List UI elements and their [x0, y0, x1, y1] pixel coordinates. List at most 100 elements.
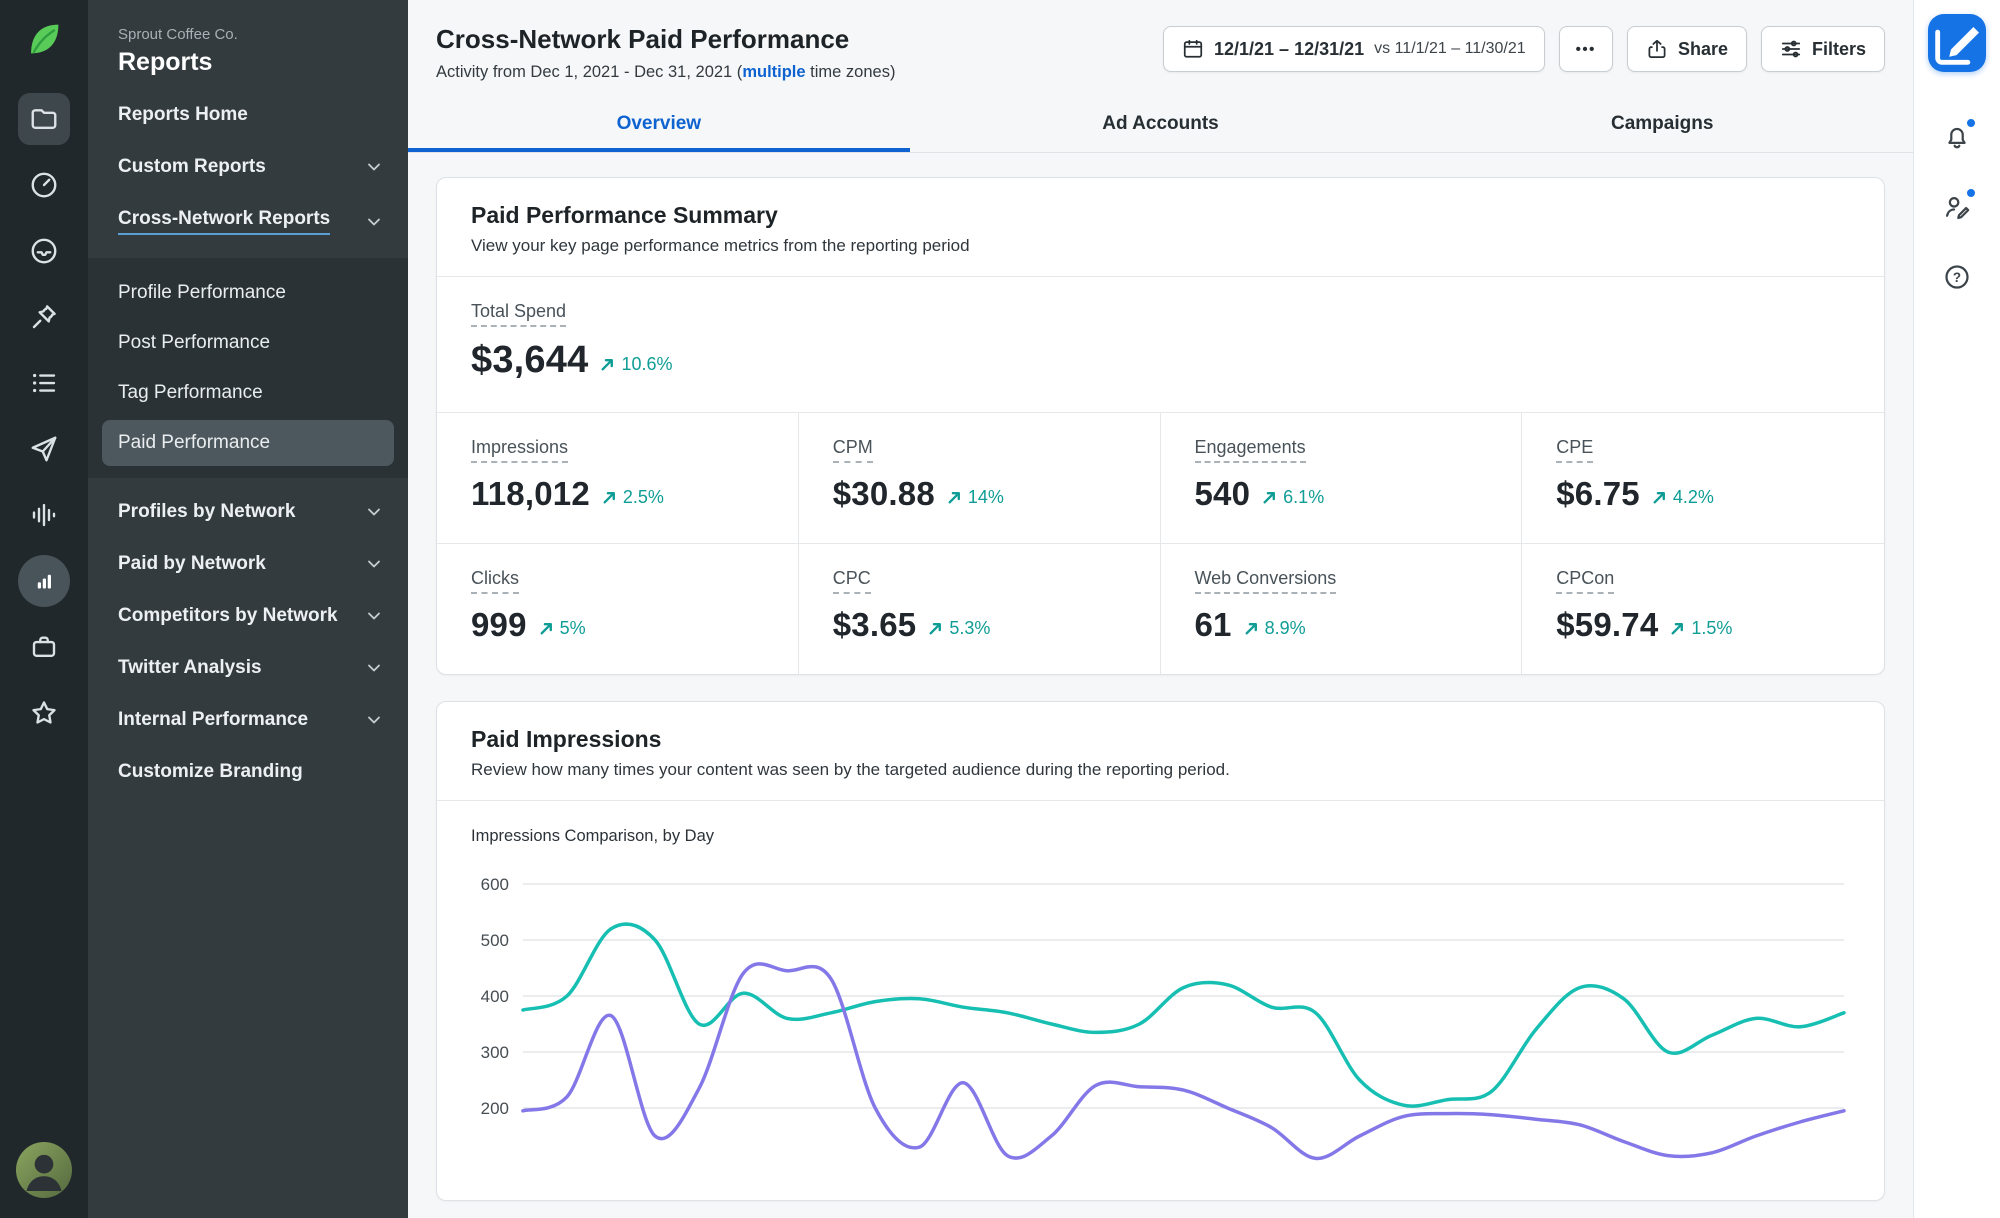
chevron-down-icon	[364, 212, 384, 232]
sidebar-item-paid-performance[interactable]: Paid Performance	[102, 420, 394, 466]
nav-label: Profiles by Network	[118, 501, 295, 523]
inbox-circle-icon[interactable]	[18, 225, 70, 277]
trend-up-icon	[928, 621, 943, 636]
share-label: Share	[1678, 39, 1728, 60]
sprout-logo-icon[interactable]	[21, 16, 67, 62]
nav-label: Reports Home	[118, 104, 248, 126]
metric-label[interactable]: Clicks	[471, 568, 519, 594]
metric-engagements: Engagements 540 6.1%	[1161, 413, 1523, 544]
nav-label: Internal Performance	[118, 709, 308, 731]
help-icon: ?	[1943, 263, 1971, 291]
metric-delta: 4.2%	[1652, 487, 1714, 508]
metric-label[interactable]: CPC	[833, 568, 871, 594]
sidebar-item-paid-by-network[interactable]: Paid by Network	[88, 538, 408, 590]
tasks-button[interactable]	[1936, 186, 1978, 228]
metric-label[interactable]: CPE	[1556, 437, 1593, 463]
tab-ad-accounts[interactable]: Ad Accounts	[910, 96, 1412, 152]
help-button[interactable]: ?	[1936, 256, 1978, 298]
list-icon[interactable]	[18, 357, 70, 409]
metric-cpcon: CPCon $59.74 1.5%	[1522, 544, 1884, 674]
sidebar-item-reports-home[interactable]: Reports Home	[88, 89, 408, 141]
sidebar-nav: Reports Home Custom Reports Cross-Networ…	[88, 89, 408, 798]
metric-value: $59.74	[1556, 606, 1658, 644]
impressions-line-chart[interactable]: 200300400500600	[471, 870, 1850, 1200]
sidebar-item-profile-performance[interactable]: Profile Performance	[88, 268, 408, 318]
bar-chart-icon[interactable]	[18, 555, 70, 607]
impressions-card-header: Paid Impressions Review how many times y…	[437, 702, 1884, 801]
nav-label: Profile Performance	[118, 282, 286, 304]
sidebar-item-internal-performance[interactable]: Internal Performance	[88, 694, 408, 746]
metric-value: 118,012	[471, 475, 590, 513]
header-controls: 12/1/21 – 12/31/21 vs 11/1/21 – 11/30/21…	[1163, 26, 1885, 72]
card-subtitle: Review how many times your content was s…	[471, 760, 1850, 780]
sidebar-item-post-performance[interactable]: Post Performance	[88, 318, 408, 368]
sidebar-item-cross-network-reports[interactable]: Cross-Network Reports	[88, 193, 408, 250]
metric-grid: Impressions 118,012 2.5% CPM $30.88 14% …	[437, 413, 1884, 674]
pin-icon[interactable]	[18, 291, 70, 343]
metric-label[interactable]: Web Conversions	[1195, 568, 1337, 594]
metric-delta: 1.5%	[1670, 618, 1732, 639]
metric-label[interactable]: Total Spend	[471, 301, 566, 327]
reports-folder-icon[interactable]	[18, 93, 70, 145]
metric-web-conversions: Web Conversions 61 8.9%	[1161, 544, 1523, 674]
star-icon[interactable]	[18, 687, 70, 739]
cross-network-subgroup: Profile Performance Post Performance Tag…	[88, 258, 408, 478]
tab-campaigns[interactable]: Campaigns	[1411, 96, 1913, 152]
metric-label[interactable]: CPM	[833, 437, 873, 463]
report-tabs: Overview Ad Accounts Campaigns	[408, 96, 1913, 153]
calendar-icon	[1182, 38, 1204, 60]
filters-button[interactable]: Filters	[1761, 26, 1885, 72]
notifications-button[interactable]	[1936, 116, 1978, 158]
dashboard-gauge-icon[interactable]	[18, 159, 70, 211]
trend-up-icon	[1262, 490, 1277, 505]
trend-up-icon	[1652, 490, 1667, 505]
metric-delta: 5%	[539, 618, 586, 639]
more-options-button[interactable]: •••	[1559, 26, 1613, 72]
tab-overview[interactable]: Overview	[408, 96, 910, 152]
chevron-down-icon	[364, 502, 384, 522]
ellipsis-icon: •••	[1576, 41, 1596, 58]
subtitle-text: time zones)	[806, 63, 896, 81]
reports-sidebar: Sprout Coffee Co. Reports Reports Home C…	[88, 0, 408, 1218]
sidebar-item-custom-reports[interactable]: Custom Reports	[88, 141, 408, 193]
app-icon-rail	[0, 0, 88, 1218]
sidebar-item-profiles-by-network[interactable]: Profiles by Network	[88, 486, 408, 538]
briefcase-icon[interactable]	[18, 621, 70, 673]
metric-label[interactable]: CPCon	[1556, 568, 1614, 594]
metric-cpm: CPM $30.88 14%	[799, 413, 1161, 544]
chevron-down-icon	[364, 554, 384, 574]
waveform-icon[interactable]	[18, 489, 70, 541]
sidebar-item-tag-performance[interactable]: Tag Performance	[88, 368, 408, 418]
subtitle-text: Activity from Dec 1, 2021 - Dec 31, 2021…	[436, 63, 742, 81]
metric-value: 61	[1195, 606, 1232, 644]
svg-text:?: ?	[1953, 270, 1961, 285]
paid-performance-summary-card: Paid Performance Summary View your key p…	[436, 177, 1885, 675]
user-avatar[interactable]	[16, 1142, 72, 1198]
metric-label[interactable]: Engagements	[1195, 437, 1306, 463]
sidebar-item-competitors-by-network[interactable]: Competitors by Network	[88, 590, 408, 642]
date-compare-text: vs 11/1/21 – 11/30/21	[1374, 40, 1526, 58]
report-content: Paid Performance Summary View your key p…	[408, 153, 1913, 1218]
sidebar-header: Sprout Coffee Co. Reports	[88, 0, 408, 89]
chart-series-0	[523, 924, 1844, 1106]
page-header: Cross-Network Paid Performance Activity …	[408, 0, 1913, 96]
nav-label: Paid Performance	[118, 432, 270, 454]
compose-button[interactable]	[1928, 14, 1986, 72]
chevron-down-icon	[364, 606, 384, 626]
chevron-down-icon	[364, 157, 384, 177]
timezones-link[interactable]: multiple	[742, 63, 805, 81]
page-title: Cross-Network Paid Performance	[436, 24, 895, 55]
summary-card-header: Paid Performance Summary View your key p…	[437, 178, 1884, 277]
trend-up-icon	[600, 357, 615, 372]
date-range-button[interactable]: 12/1/21 – 12/31/21 vs 11/1/21 – 11/30/21	[1163, 26, 1545, 72]
sidebar-item-customize-branding[interactable]: Customize Branding	[88, 746, 408, 798]
metric-value: $30.88	[833, 475, 935, 513]
metric-cpc: CPC $3.65 5.3%	[799, 544, 1161, 674]
nav-label: Twitter Analysis	[118, 657, 262, 679]
share-button[interactable]: Share	[1627, 26, 1747, 72]
metric-delta: 8.9%	[1244, 618, 1306, 639]
paper-plane-icon[interactable]	[18, 423, 70, 475]
sidebar-item-twitter-analysis[interactable]: Twitter Analysis	[88, 642, 408, 694]
chart-title: Impressions Comparison, by Day	[471, 827, 1850, 846]
metric-label[interactable]: Impressions	[471, 437, 568, 463]
